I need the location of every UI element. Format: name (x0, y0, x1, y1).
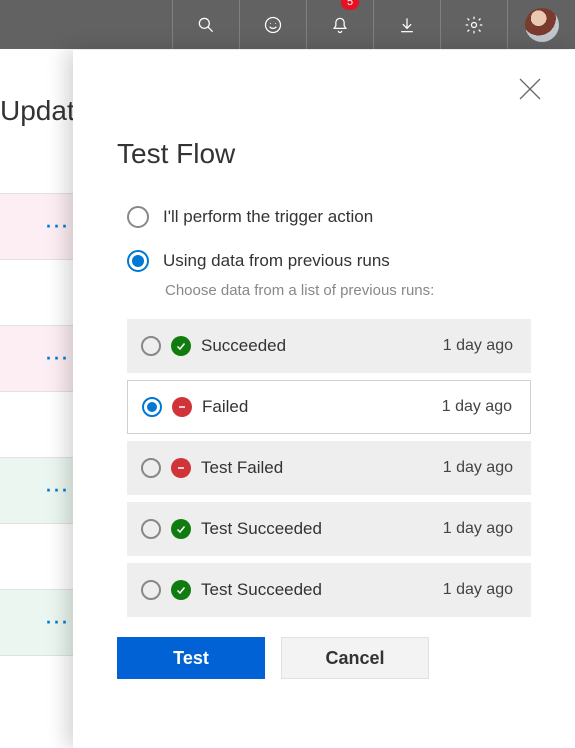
notifications-button[interactable]: 5 (306, 0, 373, 49)
notification-count-badge: 5 (341, 0, 359, 10)
radio-icon (141, 336, 161, 356)
option-previous-runs[interactable]: Using data from previous runs (127, 250, 531, 272)
button-label: Test (173, 648, 209, 669)
avatar[interactable] (507, 0, 575, 49)
search-icon (196, 15, 216, 35)
panel-title: Test Flow (117, 138, 531, 170)
feedback-button[interactable] (239, 0, 306, 49)
failure-icon (171, 458, 191, 478)
previous-run-row[interactable]: Failed1 day ago (127, 380, 531, 434)
run-time-label: 1 day ago (443, 520, 513, 538)
button-label: Cancel (325, 648, 384, 669)
ellipsis-icon: ··· (46, 480, 70, 501)
smile-icon (263, 15, 283, 35)
test-flow-panel: Test Flow I'll perform the trigger actio… (73, 50, 575, 748)
gear-icon (464, 15, 484, 35)
close-button[interactable] (515, 74, 545, 104)
background-page-title: Updat (0, 95, 75, 127)
search-button[interactable] (172, 0, 239, 49)
run-time-label: 1 day ago (443, 337, 513, 355)
radio-icon (142, 397, 162, 417)
success-icon (171, 519, 191, 539)
ellipsis-icon: ··· (46, 348, 70, 369)
settings-button[interactable] (440, 0, 507, 49)
option-label: I'll perform the trigger action (163, 207, 373, 227)
option-manual-trigger[interactable]: I'll perform the trigger action (127, 206, 531, 228)
radio-icon (141, 458, 161, 478)
download-button[interactable] (373, 0, 440, 49)
success-icon (171, 336, 191, 356)
app-header: 5 (0, 0, 575, 49)
option-subtext: Choose data from a list of previous runs… (165, 282, 531, 299)
option-label: Using data from previous runs (163, 251, 390, 271)
previous-run-row[interactable]: Test Succeeded1 day ago (127, 563, 531, 617)
radio-icon (127, 250, 149, 272)
avatar-image (525, 8, 559, 42)
run-status-label: Failed (202, 397, 442, 417)
radio-icon (141, 580, 161, 600)
ellipsis-icon: ··· (46, 216, 70, 237)
cancel-button[interactable]: Cancel (281, 637, 429, 679)
success-icon (171, 580, 191, 600)
run-status-label: Test Succeeded (201, 580, 443, 600)
run-time-label: 1 day ago (443, 581, 513, 599)
previous-runs-list: Succeeded1 day agoFailed1 day agoTest Fa… (127, 319, 531, 617)
failure-icon (172, 397, 192, 417)
button-row: Test Cancel (117, 637, 531, 679)
run-time-label: 1 day ago (442, 398, 512, 416)
run-status-label: Test Succeeded (201, 519, 443, 539)
test-button[interactable]: Test (117, 637, 265, 679)
bell-icon (330, 15, 350, 35)
radio-icon (127, 206, 149, 228)
close-icon (515, 74, 545, 104)
download-icon (397, 15, 417, 35)
previous-run-row[interactable]: Test Failed1 day ago (127, 441, 531, 495)
previous-run-row[interactable]: Test Succeeded1 day ago (127, 502, 531, 556)
run-status-label: Succeeded (201, 336, 443, 356)
radio-icon (141, 519, 161, 539)
run-status-label: Test Failed (201, 458, 443, 478)
run-time-label: 1 day ago (443, 459, 513, 477)
previous-run-row[interactable]: Succeeded1 day ago (127, 319, 531, 373)
ellipsis-icon: ··· (46, 612, 70, 633)
